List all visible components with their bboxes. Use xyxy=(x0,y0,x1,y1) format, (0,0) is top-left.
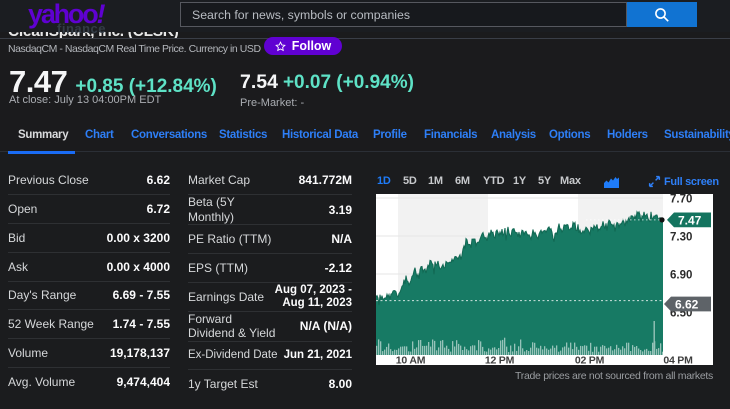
svg-text:04 PM: 04 PM xyxy=(663,355,693,366)
svg-text:7.70: 7.70 xyxy=(670,194,692,206)
svg-text:02 PM: 02 PM xyxy=(575,355,605,366)
svg-text:6.90: 6.90 xyxy=(670,270,692,282)
svg-text:12 PM: 12 PM xyxy=(485,355,515,366)
svg-text:6.62: 6.62 xyxy=(675,297,699,311)
svg-text:7.30: 7.30 xyxy=(670,232,692,244)
svg-text:10 AM: 10 AM xyxy=(396,355,426,366)
svg-text:7.47: 7.47 xyxy=(678,213,702,227)
